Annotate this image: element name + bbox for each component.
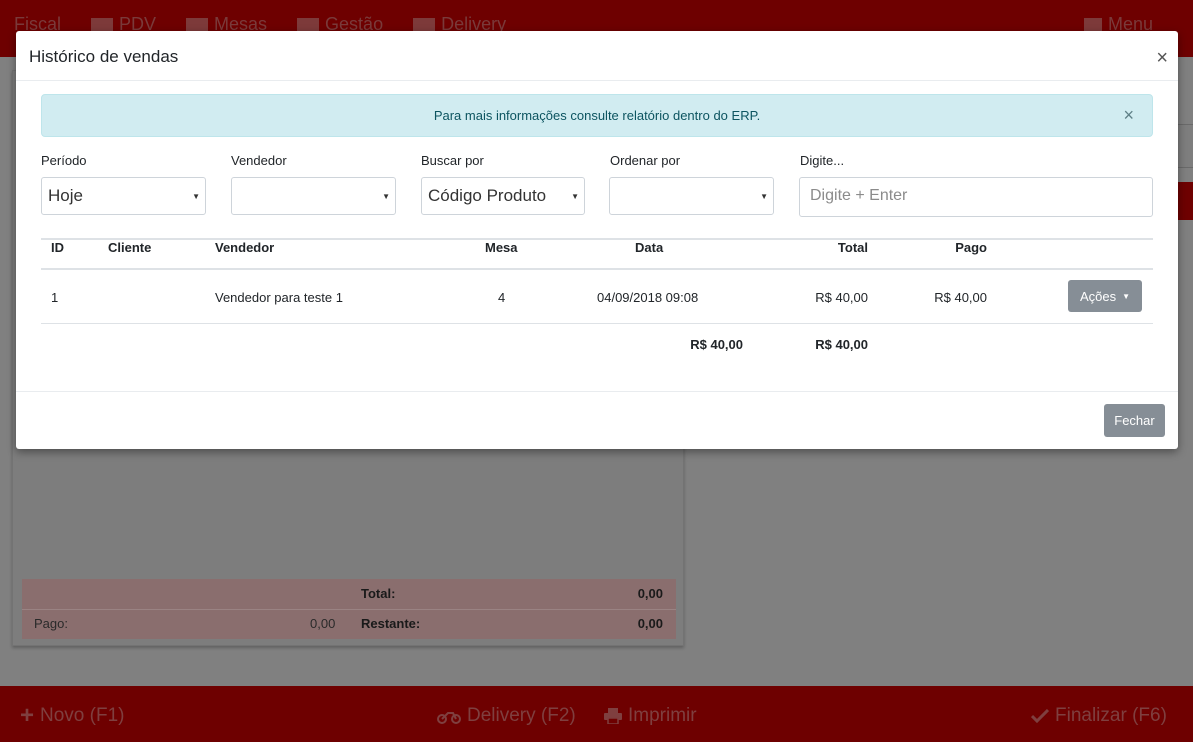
- cell-data: 04/09/2018 09:08: [597, 290, 699, 305]
- finalizar-button[interactable]: Finalizar (F6): [1031, 705, 1167, 727]
- novo-button[interactable]: + Novo (F1): [20, 702, 125, 729]
- acoes-label: Ações: [1079, 288, 1117, 304]
- total-value: 0,00: [637, 586, 663, 601]
- pago-value: 0,00: [310, 616, 336, 631]
- novo-label: Novo (F1): [40, 705, 125, 726]
- modal-title: Histórico de vendas: [29, 47, 179, 66]
- buscar-value: Código Produto: [428, 186, 547, 205]
- cell-vendedor: Vendedor para teste 1: [215, 290, 343, 305]
- header-pago: Pago: [955, 240, 987, 255]
- ordenar-select[interactable]: ▼: [609, 177, 774, 215]
- header-vendedor: Vendedor: [215, 240, 275, 255]
- footer-pago: R$ 40,00: [815, 337, 868, 352]
- caret-down-icon: ▼: [760, 192, 768, 201]
- periodo-label: Período: [41, 153, 87, 168]
- modal-footer-divider: [16, 391, 1178, 392]
- restante-value: 0,00: [637, 616, 663, 631]
- digite-label: Digite...: [800, 153, 845, 168]
- imprimir-label: Imprimir: [628, 705, 697, 726]
- info-alert: Para mais informações consulte relatório…: [41, 94, 1153, 137]
- cell-mesa: 4: [498, 290, 506, 305]
- cart-icon: [91, 17, 114, 32]
- header-data: Data: [635, 240, 664, 255]
- divider: [22, 609, 676, 610]
- order-totals: Total: 0,00 Pago: 0,00 Restante: 0,00: [22, 579, 676, 639]
- alert-text: Para mais informações consulte relatório…: [433, 108, 761, 123]
- table-icon: [186, 17, 209, 32]
- fechar-button[interactable]: Fechar: [1104, 404, 1165, 437]
- close-icon[interactable]: ×: [1156, 48, 1168, 68]
- periodo-value: Hoje: [48, 186, 83, 205]
- check-icon: [1031, 709, 1049, 723]
- pago-label: Pago:: [34, 616, 68, 631]
- header-cliente: Cliente: [108, 240, 152, 255]
- finalizar-label: Finalizar (F6): [1055, 705, 1167, 726]
- ordenar-label: Ordenar por: [610, 153, 681, 168]
- buscar-label: Buscar por: [421, 153, 484, 168]
- search-field-wrapper: [799, 177, 1153, 217]
- buscar-select[interactable]: Código Produto ▼: [421, 177, 585, 215]
- header-id: ID: [51, 240, 64, 255]
- delivery-button[interactable]: Delivery (F2): [437, 705, 576, 727]
- caret-down-icon: ▼: [382, 192, 390, 201]
- plus-icon: +: [20, 702, 35, 729]
- vendedor-select[interactable]: ▼: [231, 177, 396, 215]
- vendedor-label: Vendedor: [231, 153, 287, 168]
- bottom-action-bar: + Novo (F1) Delivery (F2) Imprimir Final…: [0, 686, 1193, 742]
- sales-history-modal: Histórico de vendas × Para mais informaç…: [16, 31, 1178, 449]
- table-row-border: [41, 323, 1153, 324]
- alert-close-icon[interactable]: ×: [1123, 95, 1134, 136]
- cell-total: R$ 40,00: [815, 290, 868, 305]
- exchange-icon: [413, 17, 436, 32]
- printer-icon: [604, 708, 622, 724]
- caret-down-icon: ▼: [571, 192, 579, 201]
- periodo-select[interactable]: Hoje ▼: [41, 177, 206, 215]
- modal-header: Histórico de vendas ×: [16, 31, 1178, 81]
- total-label: Total:: [361, 586, 396, 601]
- header-mesa: Mesa: [485, 240, 518, 255]
- footer-total: R$ 40,00: [690, 337, 743, 352]
- imprimir-button[interactable]: Imprimir: [604, 705, 697, 727]
- chart-icon: [297, 17, 320, 32]
- menu-icon: [1083, 17, 1102, 32]
- caret-down-icon: ▼: [1122, 291, 1131, 301]
- delivery-label: Delivery (F2): [467, 705, 576, 726]
- caret-down-icon: ▼: [192, 192, 200, 201]
- table-header-border: [41, 268, 1153, 270]
- search-input[interactable]: [810, 187, 1142, 205]
- cell-pago: R$ 40,00: [934, 290, 987, 305]
- acoes-dropdown-button[interactable]: Ações ▼: [1068, 280, 1142, 312]
- cell-id: 1: [51, 290, 59, 305]
- header-total: Total: [837, 240, 868, 255]
- restante-label: Restante:: [361, 616, 421, 631]
- motorcycle-icon: [437, 712, 461, 724]
